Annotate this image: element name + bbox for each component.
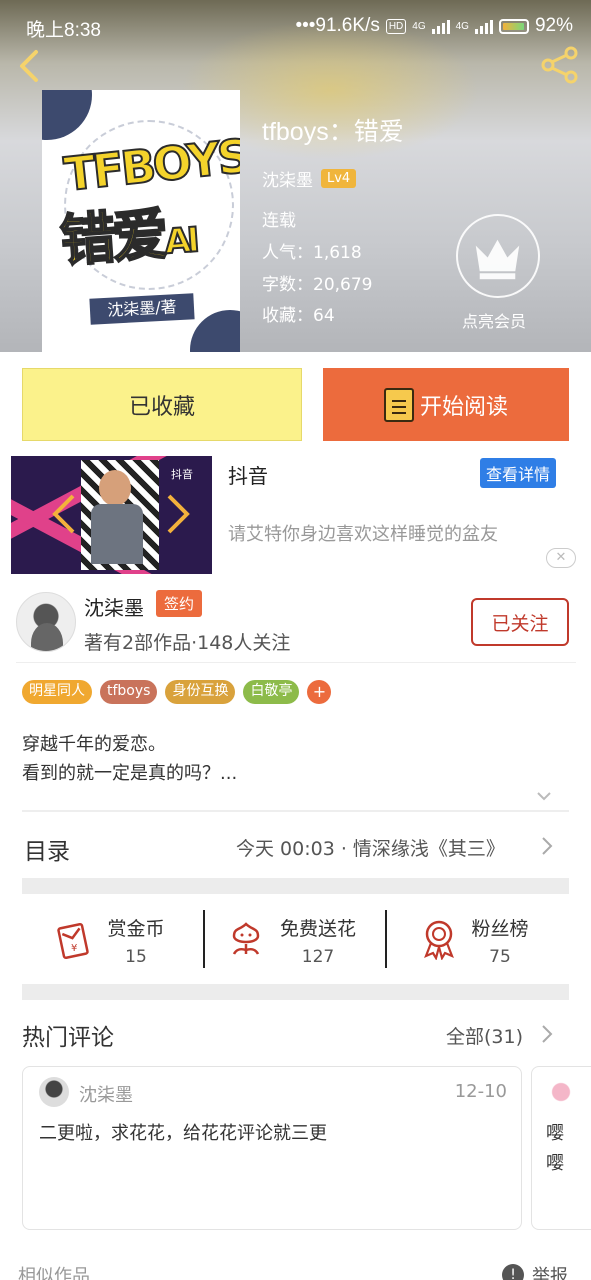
start-reading-button[interactable]: 开始阅读 (323, 368, 569, 441)
ad-detail-button[interactable]: 查看详情 (480, 458, 557, 488)
book-title: tfboys：错爱 (262, 118, 404, 146)
tag-item[interactable]: tfboys (100, 680, 158, 704)
medal-icon (424, 920, 454, 960)
vip-crown-button[interactable] (456, 214, 540, 298)
stat-value: 75 (489, 947, 511, 967)
divider (22, 810, 569, 812)
book-title-wrap: tfboys：错爱 (262, 112, 404, 148)
author-name[interactable]: 沈柒墨 (84, 592, 144, 621)
level-badge: Lv4 (321, 169, 357, 188)
ad-close-icon[interactable]: ✕ (546, 548, 576, 568)
author-avatar[interactable] (16, 592, 76, 652)
comment-text: 嘤 (546, 1123, 564, 1144)
book-author-line: 沈柒墨 Lv4 (262, 166, 357, 191)
report-icon[interactable]: ! (502, 1264, 524, 1280)
synopsis-line: 穿越千年的爱恋。 (22, 734, 166, 755)
report-link[interactable]: 举报 (532, 1262, 568, 1280)
book-popularity: 人气：1,618 (262, 243, 362, 263)
toc-latest-chapter[interactable]: 今天 00:03 · 情深缘浅《其三》 (236, 834, 505, 861)
chevron-left-icon (52, 494, 75, 534)
book-favorites: 收藏：64 (262, 306, 335, 326)
stat-label: 粉丝榜 (471, 918, 529, 940)
tag-item[interactable]: 白敬亭 (243, 680, 300, 704)
add-tag-button[interactable]: + (307, 680, 332, 704)
comment-card[interactable]: 嘤 嘤 (531, 1066, 591, 1230)
stat-value: 15 (125, 947, 147, 967)
comment-date: 12-10 (454, 1081, 507, 1102)
stat-label: 赏金币 (107, 918, 165, 940)
commenter-avatar[interactable] (39, 1077, 69, 1107)
start-reading-label: 开始阅读 (419, 394, 508, 420)
share-icon[interactable] (539, 44, 581, 86)
chevron-right-icon (167, 494, 190, 534)
net-type-1: 4G (412, 20, 426, 32)
chevron-right-icon[interactable] (540, 1024, 554, 1044)
signed-badge: 签约 (156, 590, 203, 617)
divider (385, 910, 387, 968)
synopsis-line: 看到的就一定是真的吗？... (22, 763, 238, 784)
status-time: 晚上8:38 (26, 20, 101, 41)
stat-label: 免费送花 (279, 918, 356, 940)
expand-chevron-icon[interactable] (536, 788, 552, 804)
synopsis[interactable]: 穿越千年的爱恋。 看到的就一定是真的吗？... (22, 730, 237, 788)
tag-item[interactable]: 明星同人 (22, 680, 92, 704)
flower-icon (232, 922, 260, 955)
comment-text: 二更啦，求花花，给花花评论就三更 (39, 1123, 327, 1144)
ad-description[interactable]: 请艾特你身边喜欢这样睡觉的盆友 (228, 520, 498, 546)
stat-flowers[interactable]: 免费送花 127 (270, 914, 366, 967)
stat-coins[interactable]: 赏金币 15 (100, 914, 172, 967)
ad-thumbnail[interactable]: 抖音 (11, 456, 212, 574)
hd-icon: HD (385, 18, 407, 34)
divider (16, 662, 576, 663)
svg-text:¥: ¥ (71, 943, 77, 954)
crown-icon (475, 239, 520, 280)
battery-icon (498, 18, 529, 34)
commenter-name[interactable]: 沈柒墨 (79, 1081, 133, 1107)
vip-label[interactable]: 点亮会员 (462, 308, 526, 332)
hot-comments-title: 热门评论 (22, 1025, 114, 1051)
tag-item[interactable]: 身份互换 (165, 680, 236, 704)
book-author[interactable]: 沈柒墨 (262, 166, 313, 191)
chevron-right-icon[interactable] (540, 836, 554, 856)
similar-works-title: 相似作品 (18, 1266, 90, 1280)
back-icon[interactable] (12, 46, 48, 86)
divider (203, 910, 205, 968)
commenter-avatar[interactable] (546, 1077, 576, 1107)
favorited-button[interactable]: 已收藏 (22, 368, 302, 441)
follow-button[interactable]: 已关注 (471, 598, 569, 646)
red-envelope-icon: ¥ (57, 922, 89, 960)
status-bar: 晚上8:38 •••91.6K/s HD 4G 4G 92% (0, 0, 591, 52)
cover-logo-main: 错爱AI (57, 202, 198, 276)
net-type-2: 4G (455, 20, 469, 32)
stat-value: 127 (301, 947, 335, 967)
signal-icon-2 (474, 18, 493, 34)
book-cover[interactable]: TFBOYS 错爱AI 沈柒墨/著 (42, 90, 240, 352)
signal-icon (431, 18, 450, 34)
author-stats: 著有2部作品·148人关注 (84, 632, 291, 654)
battery-level: 92% (534, 15, 573, 36)
ad-title[interactable]: 抖音 (228, 460, 268, 489)
tag-list: 明星同人 tfboys 身份互换 白敬亭 + (22, 680, 332, 704)
toc-label[interactable]: 目录 (24, 832, 70, 866)
book-icon (383, 387, 414, 422)
comment-card[interactable]: 沈柒墨 12-10 二更啦，求花花，给花花评论就三更 (22, 1066, 522, 1230)
comment-text: 嘤 (546, 1153, 564, 1174)
ad-thumb-logo: 抖音 (171, 468, 193, 481)
all-comments-link[interactable]: 全部(31) (446, 1022, 523, 1049)
section-separator (22, 878, 569, 894)
book-status: 连载 (262, 211, 296, 231)
section-separator (22, 984, 569, 1000)
cover-author-tag: 沈柒墨/著 (89, 293, 195, 325)
book-word-count: 字数：20,679 (262, 275, 373, 295)
stat-fans[interactable]: 粉丝榜 75 (462, 914, 538, 967)
network-speed: •••91.6K/s (295, 15, 380, 36)
